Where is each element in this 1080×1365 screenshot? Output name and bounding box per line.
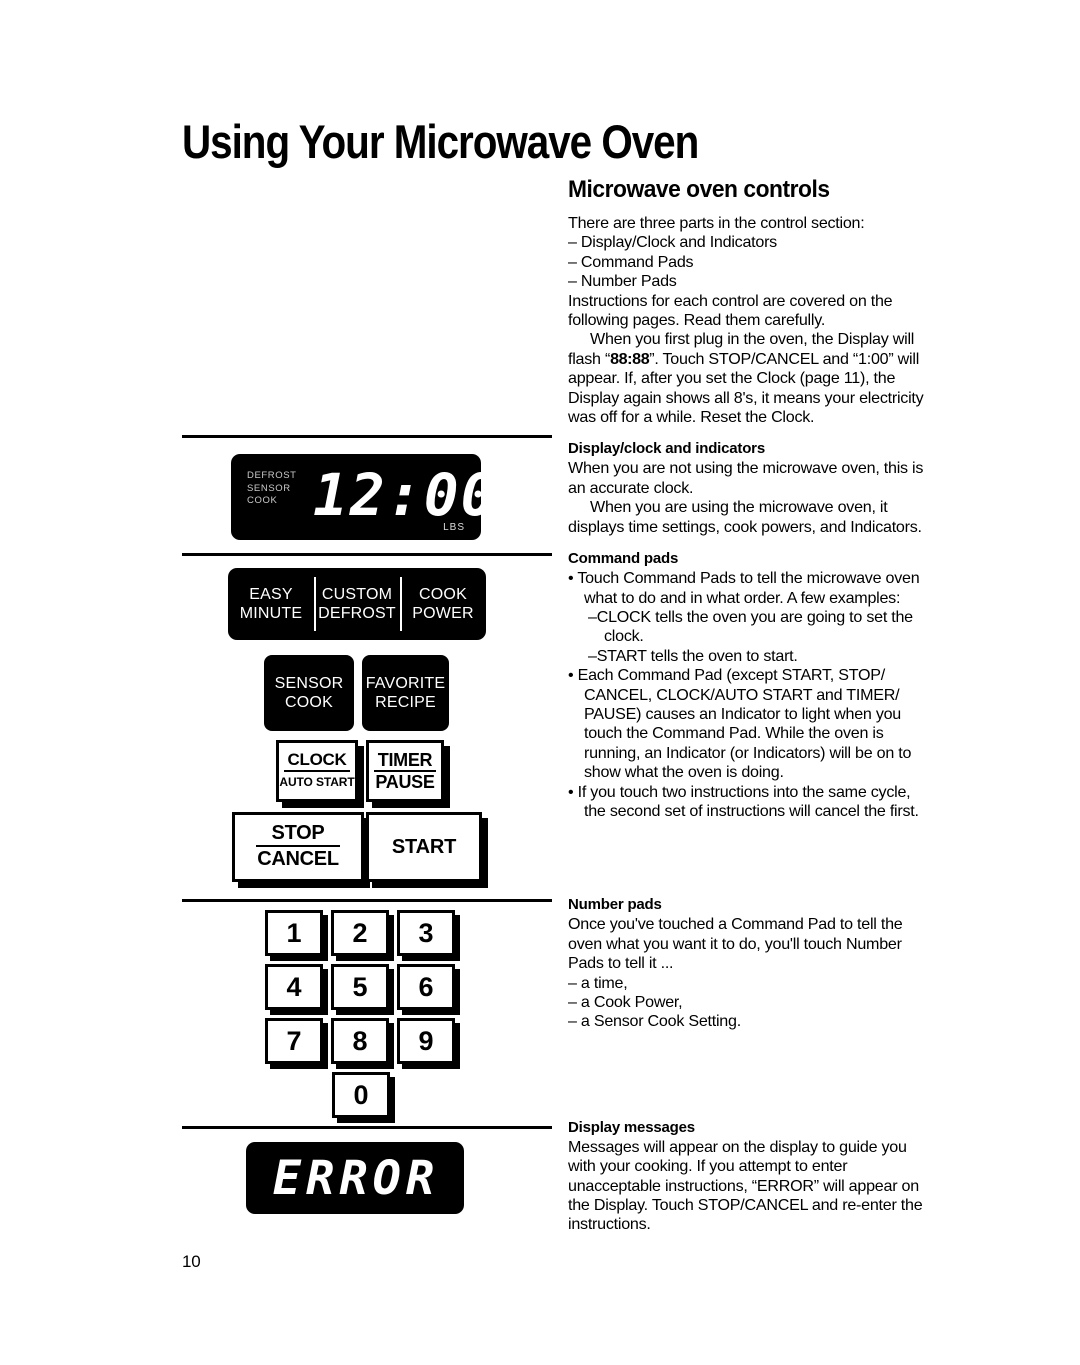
numpad-row-3: 7 8 9 [265, 1018, 457, 1064]
subheading-display-messages: Display messages [568, 1118, 695, 1136]
clock-pad-line-2: AUTO START [279, 774, 355, 789]
start-pad-label: START [391, 835, 457, 858]
number-key-9[interactable]: 9 [397, 1018, 455, 1064]
section-heading-microwave-oven-controls: Microwave oven controls [568, 176, 830, 203]
divider-above-command-pads [182, 553, 552, 556]
stop-pad-line-1: STOP [255, 822, 341, 847]
error-display-text: ERROR [272, 1151, 440, 1206]
timer-pause-pad[interactable]: TIMER PAUSE [366, 740, 444, 802]
error-display-panel: ERROR [246, 1142, 464, 1214]
command-pads-example-clock: –CLOCK tells the oven you are going to s… [588, 607, 913, 646]
command-pads-example-start: –START tells the oven to start. [588, 646, 798, 665]
number-key-5[interactable]: 5 [331, 964, 389, 1010]
sensor-cook-line-2: COOK [285, 694, 333, 711]
display-clock-paragraph-2: When you are using the microwave oven, i… [568, 498, 922, 536]
custom-defrost-pad[interactable]: CUSTOM DEFROST [314, 568, 400, 640]
timer-pad-line-1: TIMER [373, 750, 437, 772]
page-number: 10 [182, 1252, 201, 1271]
subheading-display-clock-and-indicators: Display/clock and indicators [568, 440, 765, 458]
clock-pad-line-1: CLOCK [283, 750, 351, 772]
number-pads-item-cook-power: – a Cook Power, [568, 993, 683, 1011]
number-key-0[interactable]: 0 [332, 1072, 390, 1118]
clock-digits: 12:00 [313, 461, 481, 529]
subheading-number-pads: Number pads [568, 896, 662, 914]
intro-item-number-pads: – Number Pads [568, 272, 677, 291]
intro-lead: There are three parts in the control sec… [568, 214, 865, 232]
number-pads-paragraph: Once you've touched a Command Pad to tel… [568, 915, 903, 973]
number-key-8[interactable]: 8 [331, 1018, 389, 1064]
stop-cancel-pad[interactable]: STOP CANCEL [232, 812, 364, 882]
display-indicator-group: DEFROST SENSOR COOK [247, 470, 297, 508]
custom-defrost-line-1: CUSTOM [321, 585, 393, 603]
intro-paragraph: Instructions for each control are covere… [568, 291, 893, 330]
spacer-before-number-pads [568, 821, 934, 883]
sensor-cook-line-1: SENSOR [274, 674, 344, 692]
favorite-recipe-line-1: FAVORITE [365, 674, 446, 692]
command-pad-bar: EASY MINUTE CUSTOM DEFROST COOK POWER [228, 568, 486, 640]
display-clock-paragraph-1: When you are not using the microwave ove… [568, 459, 924, 497]
divider-above-number-pads [182, 899, 552, 902]
intro-item-display-clock: – Display/Clock and Indicators [568, 233, 777, 252]
display-messages-paragraph: Messages will appear on the display to g… [568, 1137, 923, 1234]
command-pads-bullet-2: • Each Command Pad (except START, STOP/ … [568, 666, 912, 782]
easy-minute-line-2: MINUTE [239, 605, 303, 622]
lbs-unit-label: LBS [443, 522, 465, 533]
numpad-row-2: 4 5 6 [265, 964, 457, 1010]
article-body: Microwave oven controls There are three … [568, 176, 934, 1235]
intro-item-command-pads: – Command Pads [568, 252, 694, 271]
number-key-6[interactable]: 6 [397, 964, 455, 1010]
stop-pad-line-2: CANCEL [257, 848, 339, 870]
custom-defrost-line-2: DEFROST [318, 605, 396, 622]
numpad-row-4: 0 [265, 1072, 457, 1118]
flash-value: 88:88 [610, 349, 650, 368]
start-pad[interactable]: START [366, 812, 482, 882]
spacer-before-display-messages [568, 1032, 934, 1106]
cook-indicator: COOK [247, 495, 278, 506]
clock-display-panel: DEFROST SENSOR COOK 12:00 LBS [231, 454, 481, 540]
easy-minute-line-1: EASY [249, 585, 293, 603]
easy-minute-pad[interactable]: EASY MINUTE [228, 568, 314, 640]
sensor-cook-pad[interactable]: SENSOR COOK [264, 655, 354, 731]
clock-auto-start-pad[interactable]: CLOCK AUTO START [276, 740, 358, 802]
number-key-3[interactable]: 3 [397, 910, 455, 956]
command-pads-bullet-1: • Touch Command Pads to tell the microwa… [568, 569, 920, 607]
numpad-row-1: 1 2 3 [265, 910, 457, 956]
divider-above-error-display [182, 1126, 552, 1129]
number-key-4[interactable]: 4 [265, 964, 323, 1010]
number-key-2[interactable]: 2 [331, 910, 389, 956]
number-key-7[interactable]: 7 [265, 1018, 323, 1064]
sensor-indicator: SENSOR [247, 482, 291, 494]
cook-power-line-2: POWER [412, 605, 474, 622]
cook-power-pad[interactable]: COOK POWER [400, 568, 486, 640]
number-pads-item-time: – a time, [568, 973, 628, 992]
subheading-command-pads: Command pads [568, 550, 679, 568]
command-pads-bullet-3: • If you touch two instructions into the… [568, 782, 919, 820]
defrost-indicator: DEFROST [247, 470, 297, 481]
number-keypad: 1 2 3 4 5 6 7 8 9 0 [265, 910, 457, 1126]
cook-power-line-1: COOK [419, 585, 467, 603]
favorite-recipe-line-2: RECIPE [375, 694, 436, 711]
page-title: Using Your Microwave Oven [182, 115, 699, 168]
number-key-1[interactable]: 1 [265, 910, 323, 956]
favorite-recipe-pad[interactable]: FAVORITE RECIPE [362, 655, 449, 731]
timer-pad-line-2: PAUSE [375, 771, 435, 792]
divider-above-clock-display [182, 435, 552, 438]
number-pads-item-sensor-cook-setting: – a Sensor Cook Setting. [568, 1012, 741, 1031]
plug-in-paragraph: When you first plug in the oven, the Dis… [568, 330, 934, 427]
